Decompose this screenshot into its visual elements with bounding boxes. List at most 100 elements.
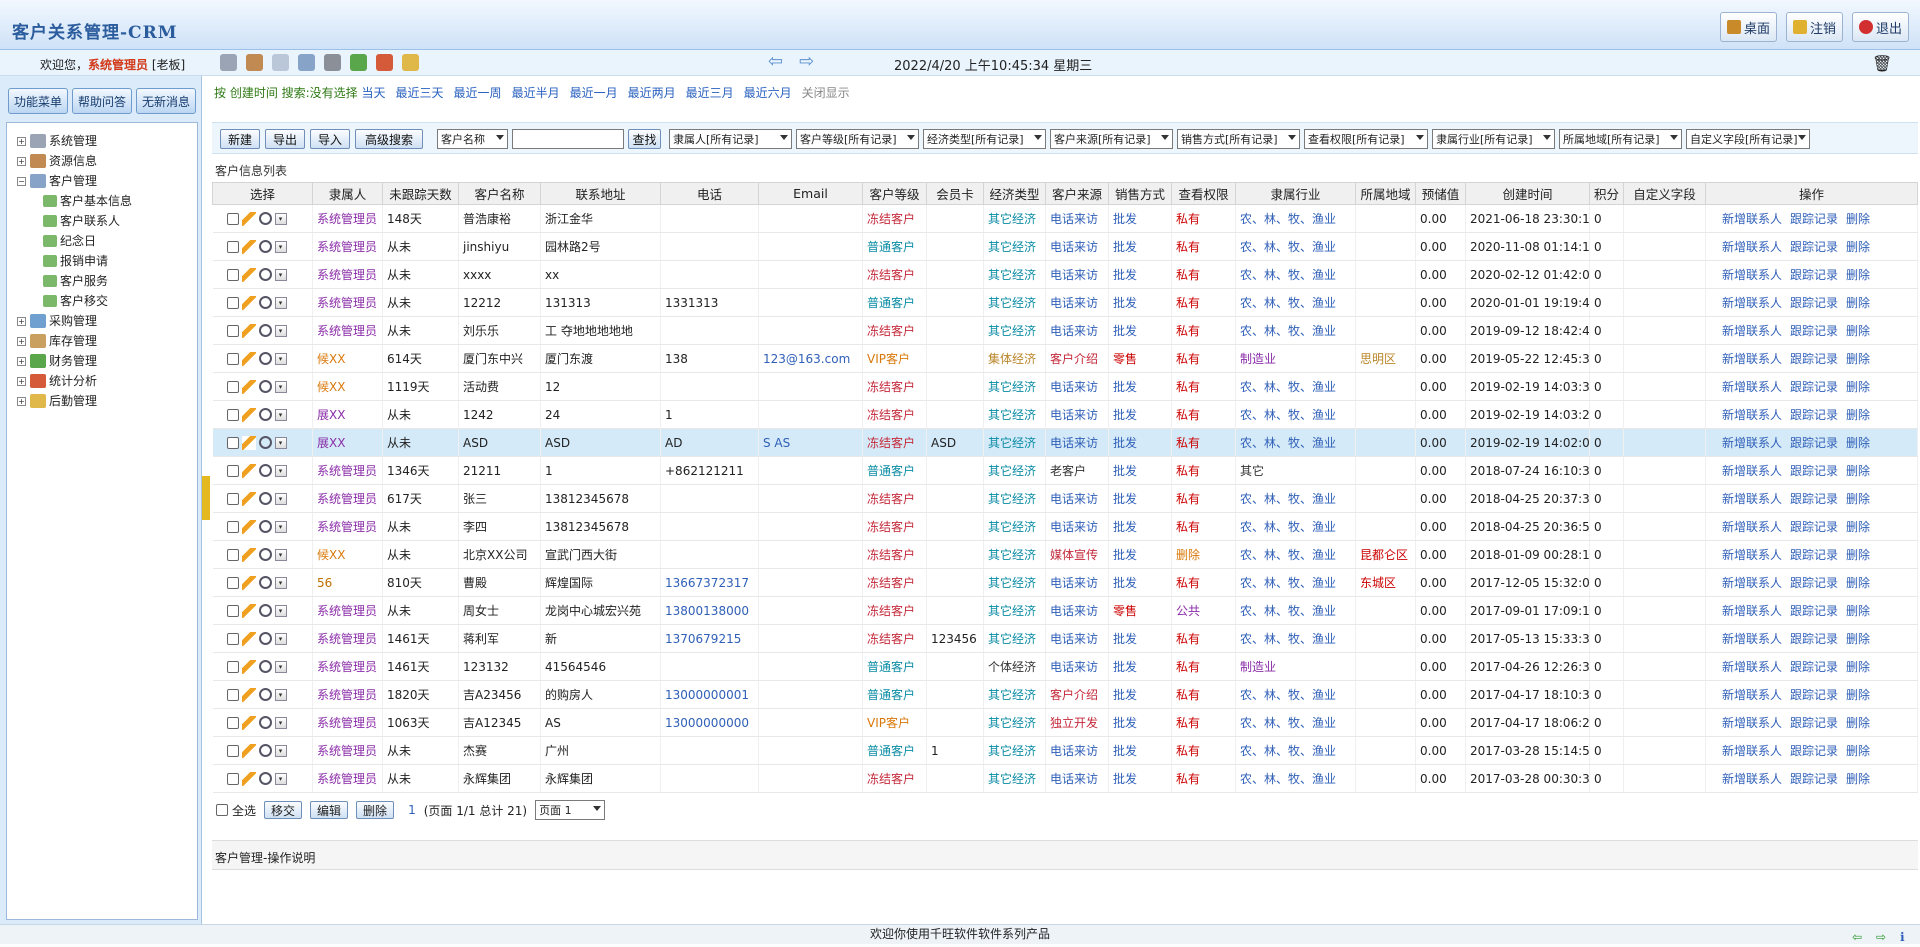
owner-cell[interactable]: 系统管理员	[312, 456, 383, 485]
chevron-down-icon[interactable]: ▾	[274, 576, 287, 589]
region-cell[interactable]	[1355, 456, 1416, 485]
add-contact-link[interactable]: 新增联系人	[1722, 660, 1782, 674]
table-row[interactable]: ▾ 展XX 从未 ASD ASD AD S AS 冻结客户 ASD 其它经济 电话来访 批发 私有 农、林…	[212, 428, 1918, 457]
export-button[interactable]: 导出	[265, 129, 305, 149]
delete-link[interactable]: 删除	[1846, 352, 1870, 366]
forward-arrow-icon[interactable]: ⇨	[799, 53, 814, 71]
filter-select[interactable]: 查看权限[所有记录]	[1304, 129, 1428, 149]
owner-cell[interactable]: 系统管理员	[312, 484, 383, 513]
add-contact-link[interactable]: 新增联系人	[1722, 212, 1782, 226]
email-cell[interactable]	[758, 596, 863, 625]
industry-cell[interactable]: 农、林、牧、渔业	[1235, 288, 1356, 317]
row-checkbox[interactable]	[226, 632, 239, 645]
region-cell[interactable]	[1355, 484, 1416, 513]
table-row[interactable]: ▾ 系统管理员 1820天 吉A23456 的购房人 13000000001 普通客户 其它经…	[212, 680, 1918, 709]
row-checkbox[interactable]	[226, 688, 239, 701]
search-icon[interactable]	[258, 604, 272, 617]
column-header[interactable]: 经济类型	[983, 182, 1046, 205]
filter-select[interactable]: 经济类型[所有记录]	[923, 129, 1046, 149]
add-contact-link[interactable]: 新增联系人	[1722, 240, 1782, 254]
filter-select[interactable]: 隶属人[所有记录]	[669, 129, 792, 149]
filter-select[interactable]: 自定义字段[所有记录]	[1686, 129, 1810, 149]
sale-cell[interactable]: 批发	[1108, 540, 1172, 569]
pencil-icon[interactable]	[241, 631, 256, 646]
track-record-link[interactable]: 跟踪记录	[1790, 688, 1838, 702]
add-contact-link[interactable]: 新增联系人	[1722, 352, 1782, 366]
row-checkbox[interactable]	[226, 408, 239, 421]
sale-cell[interactable]: 批发	[1108, 652, 1172, 681]
search-icon[interactable]	[258, 716, 272, 729]
add-contact-link[interactable]: 新增联系人	[1722, 772, 1782, 786]
tree-node[interactable]: + 库存管理	[7, 331, 197, 351]
filter-select[interactable]: 客户来源[所有记录]	[1050, 129, 1173, 149]
row-checkbox[interactable]	[226, 240, 239, 253]
economy-cell[interactable]: 其它经济	[983, 204, 1046, 233]
email-cell[interactable]	[758, 484, 863, 513]
economy-cell[interactable]: 其它经济	[983, 680, 1046, 709]
table-row[interactable]: ▾ 系统管理员 148天 普浩康裕 浙江金华 冻结客户 其它经济 电话来访 批发 私有 农、林、牧、…	[212, 204, 1918, 233]
email-cell[interactable]	[758, 260, 863, 289]
chevron-down-icon[interactable]: ▾	[274, 772, 287, 785]
search-icon[interactable]	[258, 268, 272, 281]
level-cell[interactable]: 冻结客户	[862, 624, 927, 653]
delete-link[interactable]: 删除	[1846, 660, 1870, 674]
email-cell[interactable]	[758, 652, 863, 681]
source-cell[interactable]: 电话来访	[1045, 232, 1109, 261]
pencil-icon[interactable]	[241, 659, 256, 674]
search-icon[interactable]	[258, 632, 272, 645]
email-cell[interactable]	[758, 624, 863, 653]
pencil-icon[interactable]	[241, 575, 256, 590]
sale-cell[interactable]: 批发	[1108, 484, 1172, 513]
table-row[interactable]: ▾ 系统管理员 从未 永辉集团 永辉集团 冻结客户 其它经济 电话来访 批发 私有 农、林、牧、渔业…	[212, 764, 1918, 793]
pencil-icon[interactable]	[241, 603, 256, 618]
industry-cell[interactable]: 农、林、牧、渔业	[1235, 316, 1356, 345]
delete-link[interactable]: 删除	[1846, 688, 1870, 702]
region-cell[interactable]	[1355, 232, 1416, 261]
row-checkbox[interactable]	[226, 744, 239, 757]
sale-cell[interactable]: 批发	[1108, 512, 1172, 541]
row-checkbox[interactable]	[226, 660, 239, 673]
pencil-icon[interactable]	[241, 295, 256, 310]
region-cell[interactable]	[1355, 428, 1416, 457]
sale-cell[interactable]: 批发	[1108, 316, 1172, 345]
owner-cell[interactable]: 系统管理员	[312, 736, 383, 765]
industry-cell[interactable]: 农、林、牧、渔业	[1235, 260, 1356, 289]
row-checkbox[interactable]	[226, 212, 239, 225]
owner-cell[interactable]: 候XX	[312, 372, 383, 401]
column-header[interactable]: 电话	[660, 182, 759, 205]
source-cell[interactable]: 电话来访	[1045, 736, 1109, 765]
industry-cell[interactable]: 农、林、牧、渔业	[1235, 568, 1356, 597]
source-cell[interactable]: 电话来访	[1045, 288, 1109, 317]
delete-link[interactable]: 删除	[1846, 716, 1870, 730]
chevron-down-icon[interactable]: ▾	[274, 380, 287, 393]
forward-arrow-icon[interactable]: ⇨	[1876, 928, 1886, 947]
industry-cell[interactable]: 农、林、牧、渔业	[1235, 540, 1356, 569]
economy-cell[interactable]: 其它经济	[983, 764, 1046, 793]
delete-link[interactable]: 删除	[1846, 212, 1870, 226]
pencil-icon[interactable]	[241, 463, 256, 478]
chart-icon[interactable]	[376, 54, 393, 71]
delete-link[interactable]: 删除	[1846, 492, 1870, 506]
column-header[interactable]: 隶属行业	[1235, 182, 1356, 205]
economy-cell[interactable]: 其它经济	[983, 260, 1046, 289]
row-checkbox[interactable]	[226, 716, 239, 729]
level-cell[interactable]: 冻结客户	[862, 764, 927, 793]
logout-button[interactable]: 注销	[1786, 12, 1844, 42]
email-cell[interactable]: S AS	[758, 428, 863, 457]
chevron-down-icon[interactable]: ▾	[274, 212, 287, 225]
source-cell[interactable]: 电话来访	[1045, 764, 1109, 793]
level-cell[interactable]: 冻结客户	[862, 372, 927, 401]
source-cell[interactable]: 电话来访	[1045, 568, 1109, 597]
search-icon[interactable]	[258, 380, 272, 393]
printer-icon[interactable]	[324, 54, 341, 71]
owner-cell[interactable]: 56	[312, 568, 383, 597]
track-record-link[interactable]: 跟踪记录	[1790, 576, 1838, 590]
email-cell[interactable]	[758, 680, 863, 709]
region-cell[interactable]	[1355, 288, 1416, 317]
track-record-link[interactable]: 跟踪记录	[1790, 240, 1838, 254]
region-cell[interactable]	[1355, 708, 1416, 737]
track-record-link[interactable]: 跟踪记录	[1790, 744, 1838, 758]
info-icon[interactable]: ℹ	[1900, 928, 1905, 947]
region-cell[interactable]	[1355, 624, 1416, 653]
page-select[interactable]: 页面 1	[535, 800, 606, 820]
